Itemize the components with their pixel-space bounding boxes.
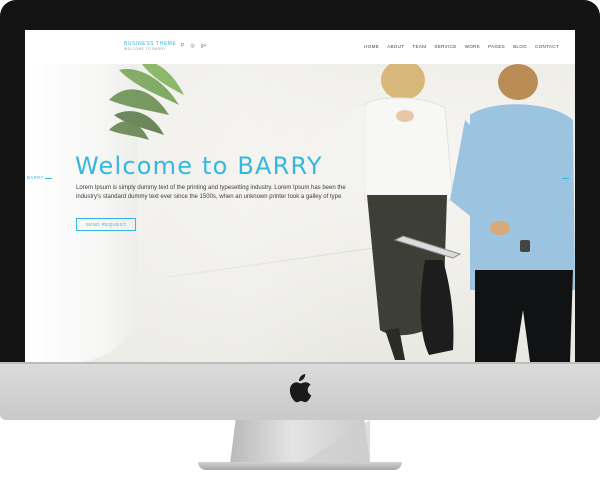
monitor-base [198,462,402,470]
apple-logo-icon [289,374,312,403]
nav-team[interactable]: TEAM [412,44,426,50]
pinterest-icon[interactable]: P [181,43,184,49]
send-request-button[interactable]: SEND REQUEST [76,218,136,231]
nav-service[interactable]: SERVICE [434,44,456,50]
dribbble-icon[interactable]: ◎ [190,43,194,49]
website-screen: BUSINESS THEME WELCOME TO BARRY P ◎ g+ H… [25,30,575,362]
slider-next-arrow[interactable] [562,178,569,179]
main-nav: HOME ABOUT TEAM SERVICE WORK PAGES BLOG … [364,44,559,50]
nav-contact[interactable]: CONTACT [535,44,559,50]
site-logo[interactable]: BUSINESS THEME WELCOME TO BARRY [124,41,176,52]
google-plus-icon[interactable]: g+ [201,43,207,49]
nav-about[interactable]: ABOUT [387,44,404,50]
site-header: BUSINESS THEME WELCOME TO BARRY P ◎ g+ H… [25,30,575,64]
nav-home[interactable]: HOME [364,44,379,50]
slider-prev-line [45,178,52,179]
social-links: P ◎ g+ [181,43,206,49]
slider-prev-label[interactable]: BARRY [27,175,44,180]
nav-pages[interactable]: PAGES [488,44,505,50]
logo-subtitle: WELCOME TO BARRY [124,47,167,51]
hero-description: Lorem Ipsum is simply dummy text of the … [76,185,346,200]
nav-work[interactable]: WORK [465,44,481,50]
monitor-chin-divider [0,362,600,364]
nav-blog[interactable]: BLOG [513,44,527,50]
hero-title: Welcome to BARRY [75,152,323,180]
